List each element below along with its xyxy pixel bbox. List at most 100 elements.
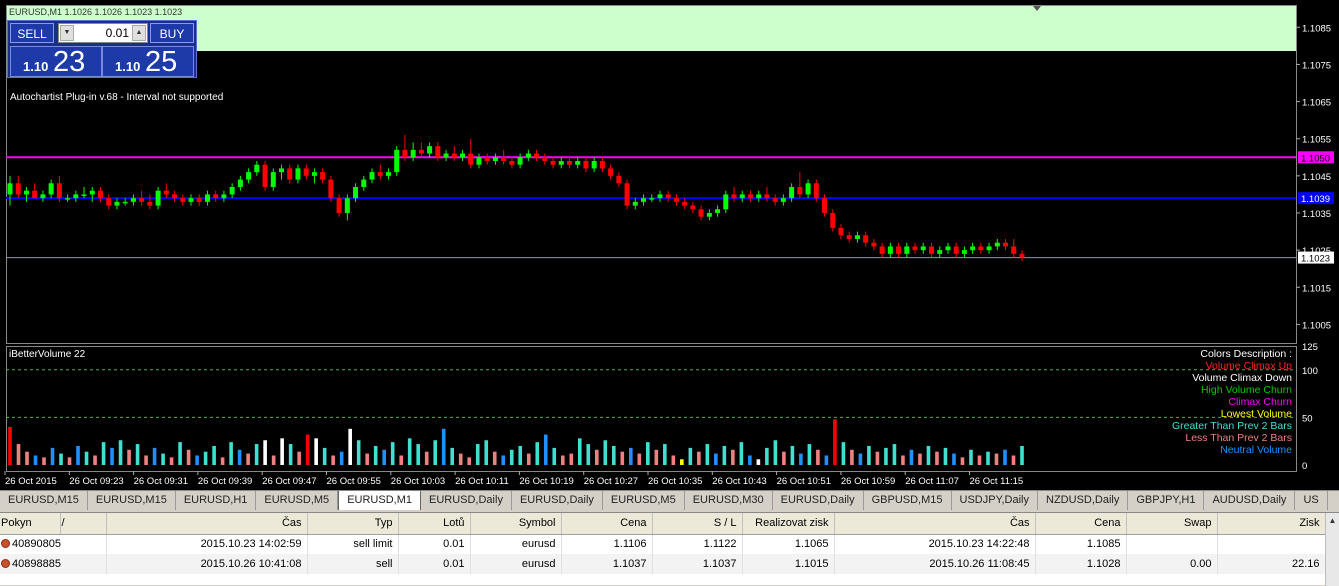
column-header[interactable]: Zisk (1217, 513, 1326, 535)
lot-size-input[interactable] (75, 24, 131, 42)
tab-eurusd-m15[interactable]: EURUSD,M15 (0, 491, 88, 510)
volume-bar (629, 447, 633, 465)
volume-bar (594, 449, 599, 465)
column-header[interactable]: Typ (307, 513, 399, 535)
volume-bar (773, 440, 778, 465)
price-tick-label: 1.1065 (1302, 98, 1331, 109)
column-header[interactable]: Cena (1035, 513, 1127, 535)
volume-bar (790, 445, 795, 465)
volume-bar (475, 444, 480, 465)
tab-eurusd-daily[interactable]: EURUSD,Daily (773, 491, 864, 510)
tab-audusd-daily[interactable]: AUDUSD,Daily (1204, 491, 1296, 510)
candle-body (246, 172, 252, 180)
price-tick-label: 1.1075 (1302, 60, 1331, 71)
candle-body (509, 161, 515, 165)
candle-body (616, 175, 622, 184)
tab-us[interactable]: US (1295, 491, 1328, 510)
volume-bar (220, 457, 225, 465)
volume-bar (76, 445, 80, 465)
buy-price-button[interactable]: 1.10 25 (102, 46, 194, 78)
tab-gbpjpy-h1[interactable]: GBPJPY,H1 (1128, 491, 1205, 510)
candle-body (632, 201, 638, 206)
candle-body (311, 172, 317, 176)
volume-bar (782, 451, 786, 465)
volume-bar (407, 438, 412, 465)
volume-bar (450, 447, 455, 465)
buy-button[interactable]: BUY (150, 23, 194, 43)
scroll-up-icon[interactable]: ▲ (1327, 515, 1338, 526)
tab-usdjpy-daily[interactable]: USDJPY,Daily (952, 491, 1039, 510)
candle-body (542, 157, 548, 161)
volume-bar (365, 453, 369, 465)
lot-size-stepper[interactable]: ▼ ▲ (58, 23, 148, 43)
table-cell: 1.1028 (1035, 554, 1127, 574)
candle-body (649, 198, 655, 200)
tab-nzdusd-daily[interactable]: NZDUSD,Daily (1038, 491, 1129, 510)
tab-eurusd-m30[interactable]: EURUSD,M30 (685, 491, 773, 510)
column-header[interactable]: Cena (561, 513, 653, 535)
chevron-down-icon[interactable]: ▼ (60, 25, 74, 41)
chevron-up-icon[interactable]: ▲ (132, 25, 146, 41)
price-chart[interactable]: EURUSD,M1 1.1026 1.1026 1.1023 1.1023 1.1… (0, 0, 1339, 490)
candle-body (525, 153, 531, 158)
volume-bar (697, 451, 701, 465)
volume-bar (646, 442, 650, 465)
candle-body (15, 183, 21, 195)
candle-body (468, 153, 474, 165)
column-header[interactable]: Lotů (398, 513, 471, 535)
sell-price-button[interactable]: 1.10 23 (10, 46, 102, 78)
sell-button[interactable]: SELL (10, 23, 54, 43)
vertical-scrollbar[interactable]: ▲ (1325, 513, 1339, 586)
column-header[interactable]: Čas (834, 513, 1036, 535)
candle-body (385, 172, 391, 176)
volume-bar (433, 440, 438, 465)
volume-bar (382, 449, 386, 465)
volume-bar (237, 449, 242, 465)
column-header[interactable]: Symbol (470, 513, 562, 535)
column-header[interactable]: Realizovat zisk (742, 513, 835, 535)
volume-bar (59, 453, 63, 465)
table-row[interactable]: 40890805 2015.10.23 14:02:59 sell limit … (0, 534, 1326, 554)
tab-gbpusd-m15[interactable]: GBPUSD,M15 (864, 491, 952, 510)
candle-body (978, 246, 984, 251)
volume-bar (680, 459, 684, 465)
tab-eurusd-m5[interactable]: EURUSD,M5 (603, 491, 685, 510)
column-header[interactable]: Čas (106, 513, 308, 535)
tab-eurusd-m5[interactable]: EURUSD,M5 (256, 491, 339, 510)
column-header[interactable]: S / L (652, 513, 743, 535)
chart-window[interactable]: EURUSD,M1 1.1026 1.1026 1.1023 1.1023 1.1… (0, 0, 1339, 490)
tab-eurusd-h1[interactable]: EURUSD,H1 (176, 491, 257, 510)
column-header[interactable]: Swap (1126, 513, 1218, 535)
candle-body (764, 194, 770, 199)
terminal-panel: Pokyn / Čas Typ Lotů Symbol Cena S / L R… (0, 512, 1339, 586)
volume-bar (765, 447, 769, 465)
table-cell: 1.1037 (652, 554, 743, 574)
candle-body (715, 209, 721, 213)
legend-item: Volume Climax Down (1192, 372, 1292, 384)
candle-body (73, 194, 79, 199)
table-cell: 22.16 (1217, 554, 1326, 574)
column-header[interactable]: / (60, 513, 107, 535)
tab-eurusd-daily[interactable]: EURUSD,Daily (421, 491, 512, 510)
volume-bar (731, 449, 735, 465)
volume-bar (935, 451, 939, 465)
volume-bar (1003, 449, 1007, 465)
candle-body (336, 198, 342, 213)
volume-bar (858, 453, 863, 465)
price-tick-label: 1.1055 (1302, 135, 1331, 146)
volume-bar (654, 449, 659, 465)
candle-body (180, 198, 186, 202)
tab-eurusd-m1[interactable]: EURUSD,M1 (338, 491, 421, 510)
table-row[interactable]: 40898885 2015.10.26 10:41:08 sell 0.01 e… (0, 554, 1326, 574)
candle-body (517, 157, 523, 165)
tab-eurusd-m15[interactable]: EURUSD,M15 (88, 491, 176, 510)
candle-body (279, 168, 285, 173)
one-click-trading-panel: SELL ▼ ▲ BUY 1.10 23 1.10 25 (7, 20, 197, 78)
candle-body (822, 198, 828, 213)
tab-eurusd-daily[interactable]: EURUSD,Daily (512, 491, 603, 510)
column-header[interactable]: Pokyn (0, 513, 61, 535)
volume-bar (288, 444, 293, 465)
candle-body (789, 187, 795, 199)
volume-bar (739, 442, 744, 465)
table-cell: 2015.10.23 14:02:59 (106, 534, 308, 554)
